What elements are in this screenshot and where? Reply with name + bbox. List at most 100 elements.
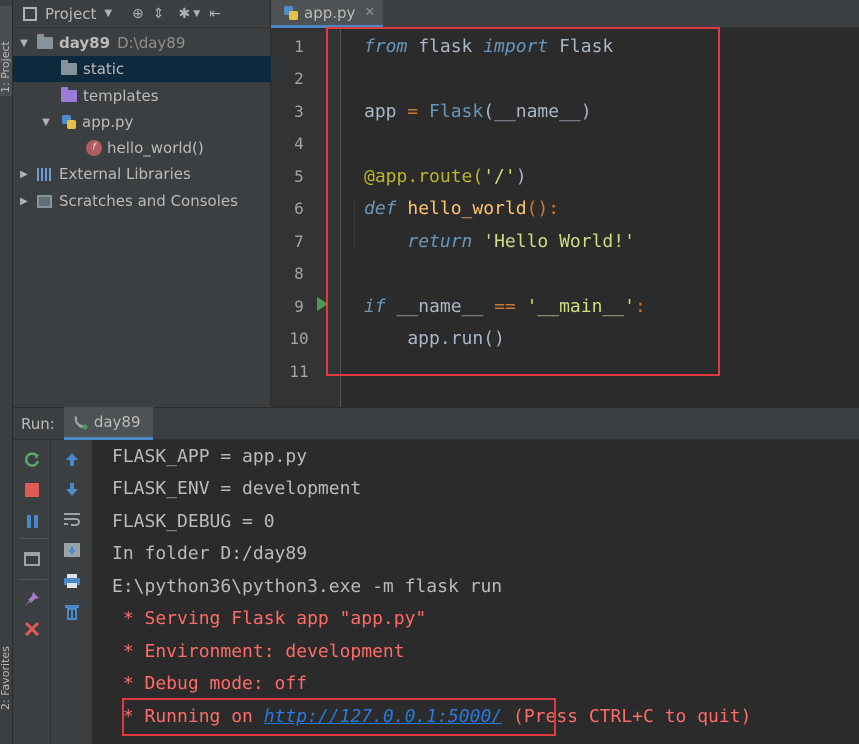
tree-item-day89[interactable]: ▼ day89 D:\day89 xyxy=(13,30,271,56)
identifier: Flask xyxy=(548,36,614,57)
console-line-running: * Running on http://127.0.0.1:5000/ (Pre… xyxy=(112,701,752,733)
server-url-link[interactable]: http://127.0.0.1:5000/ xyxy=(264,706,502,727)
line-number: 3 xyxy=(294,102,304,121)
punctuation: ) xyxy=(515,166,527,187)
console-line: E:\python36\python3.exe -m flask run xyxy=(112,576,503,597)
line-number: 7 xyxy=(294,232,304,251)
project-toolbar: Project ▼ ⊕ ⇕ ✱ ▼ ⇤ xyxy=(13,0,270,28)
console-line: FLASK_ENV = development xyxy=(112,478,362,499)
tree-item-label: app.py xyxy=(82,113,134,131)
run-toolbar-primary xyxy=(13,440,51,744)
toolbar-separator xyxy=(19,579,47,580)
punctuation: (): xyxy=(526,198,560,219)
print-icon[interactable] xyxy=(63,572,81,590)
keyword: from xyxy=(364,36,408,57)
close-icon[interactable] xyxy=(23,620,41,638)
toolbar-separator xyxy=(19,538,47,539)
gear-icon[interactable]: ✱ xyxy=(179,6,191,22)
python-file-icon xyxy=(61,114,77,130)
favorites-tool-tab[interactable]: 2: Favorites xyxy=(0,610,12,710)
keyword: import xyxy=(483,36,549,57)
project-tool-tab[interactable]: 1: Project xyxy=(0,6,12,96)
python-file-icon xyxy=(283,5,299,21)
string: '__main__' xyxy=(515,296,635,317)
chevron-down-icon[interactable]: ▼ xyxy=(39,117,53,128)
tree-item-static[interactable]: static xyxy=(13,56,271,82)
line-number: 1 xyxy=(294,37,304,56)
hide-panel-icon[interactable]: ⇤ xyxy=(209,6,221,22)
class-name: Flask xyxy=(418,101,484,122)
function-icon: f xyxy=(86,140,102,156)
flask-run-icon xyxy=(72,414,88,430)
chevron-right-icon[interactable]: ▶ xyxy=(17,169,31,180)
folder-icon xyxy=(61,60,77,75)
punctuation: : xyxy=(634,296,646,317)
run-gutter-icon[interactable] xyxy=(317,297,328,311)
project-view-selector[interactable]: Project xyxy=(45,5,96,23)
tree-item-app-py[interactable]: ▼ app.py xyxy=(13,109,271,135)
console-line: FLASK_DEBUG = 0 xyxy=(112,511,275,532)
console-line: * Serving Flask app "app.py" xyxy=(112,608,427,629)
function-name: hello_world xyxy=(396,198,527,219)
identifier: flask xyxy=(407,36,484,57)
running-prefix: * Running on xyxy=(112,706,264,727)
run-panel-label: Run: xyxy=(21,414,55,433)
keyword: return xyxy=(407,231,473,252)
identifier: __name__ xyxy=(385,296,495,317)
scratches-icon xyxy=(37,194,52,208)
chevron-right-icon[interactable]: ▶ xyxy=(17,196,31,207)
code-line-9: if __name__ == '__main__': xyxy=(364,291,646,323)
chevron-down-icon[interactable]: ▼ xyxy=(193,9,200,19)
scroll-to-end-icon[interactable] xyxy=(63,541,81,559)
rerun-icon[interactable] xyxy=(23,450,41,468)
run-tab-day89[interactable]: day89 xyxy=(63,407,153,440)
keyword: if xyxy=(364,296,386,317)
line-number: 5 xyxy=(294,167,304,186)
tree-item-templates[interactable]: templates xyxy=(13,83,271,109)
stop-icon[interactable] xyxy=(23,481,41,499)
keyword: def xyxy=(364,198,397,219)
code-line-5: @app.route('/') xyxy=(364,161,527,193)
close-icon[interactable]: ✕ xyxy=(364,5,375,20)
collapse-all-icon[interactable]: ⇕ xyxy=(153,6,165,22)
console-line: FLASK_APP = app.py xyxy=(112,446,308,467)
tab-label: app.py xyxy=(304,3,356,22)
editor-gutter: 1 2 3 4 5 6 7 8 9 10 11 xyxy=(271,29,341,407)
indent-guide xyxy=(354,198,355,248)
string: 'Hello World!' xyxy=(472,231,635,252)
identifier: app xyxy=(364,101,408,122)
locate-icon[interactable]: ⊕ xyxy=(132,6,144,22)
pin-tab-icon[interactable] xyxy=(23,590,41,608)
tab-app-py[interactable]: app.py ✕ xyxy=(271,0,383,28)
pause-icon[interactable] xyxy=(23,512,41,530)
soft-wrap-icon[interactable] xyxy=(63,510,81,528)
trash-icon[interactable] xyxy=(63,603,81,621)
tree-item-scratches[interactable]: ▶ Scratches and Consoles xyxy=(13,188,271,214)
arrow-down-icon[interactable] xyxy=(63,480,81,498)
line-number: 10 xyxy=(289,329,309,348)
tree-item-label: Scratches and Consoles xyxy=(59,192,238,210)
editor-tab-bar: app.py ✕ xyxy=(271,0,859,28)
tree-item-label: static xyxy=(83,60,125,78)
chevron-down-icon[interactable]: ▼ xyxy=(17,38,31,49)
tree-item-label: hello_world() xyxy=(107,139,204,157)
arrow-up-icon[interactable] xyxy=(63,450,81,468)
running-suffix: (Press CTRL+C to quit) xyxy=(502,706,752,727)
chevron-down-icon[interactable]: ▼ xyxy=(104,8,112,19)
line-number: 8 xyxy=(294,264,304,283)
code-line-7: return 'Hello World!' xyxy=(364,226,635,258)
library-icon xyxy=(37,167,53,181)
run-panel-header: Run: day89 xyxy=(13,407,859,440)
dump-threads-icon[interactable] xyxy=(23,550,41,568)
folder-icon xyxy=(37,34,53,49)
line-number: 11 xyxy=(289,362,309,381)
run-console[interactable]: FLASK_APP = app.py FLASK_ENV = developme… xyxy=(93,440,859,744)
code-editor[interactable]: from flask import Flask app = Flask(__na… xyxy=(342,29,859,407)
tree-item-label: day89 xyxy=(59,34,111,52)
tree-item-hello-world[interactable]: f hello_world() xyxy=(13,135,271,161)
console-line: In folder D:/day89 xyxy=(112,543,308,564)
arguments: (__name__) xyxy=(483,101,592,122)
tree-item-external-libraries[interactable]: ▶ External Libraries xyxy=(13,161,271,187)
tree-item-label: templates xyxy=(83,87,159,105)
